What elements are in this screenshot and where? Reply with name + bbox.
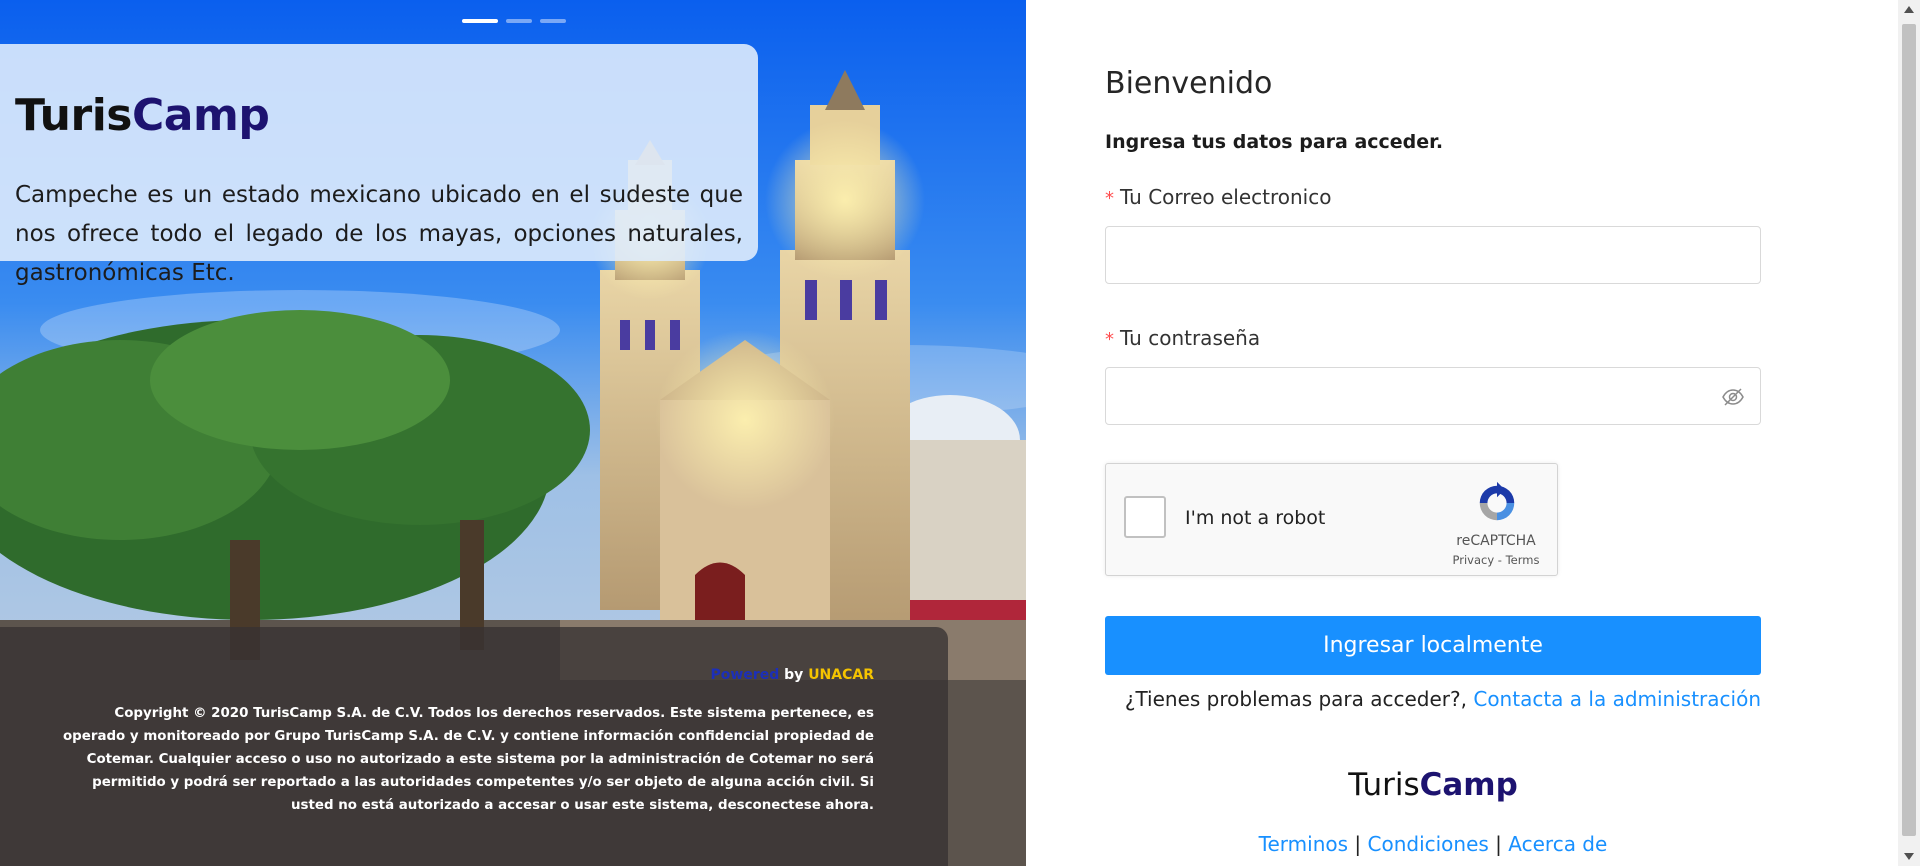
login-button[interactable]: Ingresar localmente [1105, 616, 1761, 675]
help-line: ¿Tienes problemas para acceder?, Contact… [1105, 687, 1761, 711]
recaptcha-links: Privacy - Terms [1441, 553, 1551, 567]
carousel-dot-3[interactable] [540, 19, 566, 23]
powered-text: Powered [710, 667, 780, 683]
welcome-title: Bienvenido [1105, 66, 1273, 101]
unacar-text: UNACAR [808, 667, 874, 683]
recaptcha-terms-link[interactable]: Terms [1506, 553, 1540, 567]
email-input[interactable] [1105, 226, 1761, 284]
hero-brand: TurisCamp [15, 90, 270, 141]
recaptcha-privacy-link[interactable]: Privacy [1453, 553, 1495, 567]
scroll-thumb[interactable] [1902, 24, 1916, 836]
password-input[interactable] [1105, 367, 1761, 425]
eye-invisible-icon[interactable] [1720, 385, 1746, 409]
hero-description: Campeche es un estado mexicano ubicado e… [15, 182, 743, 286]
scroll-down-arrow-icon[interactable] [1904, 853, 1914, 860]
about-link[interactable]: Acerca de [1508, 832, 1607, 856]
carousel-dot-2[interactable] [506, 19, 532, 23]
brand-part-2: Camp [131, 90, 270, 141]
carousel-indicators [462, 19, 566, 23]
copyright-text: Copyright © 2020 TurisCamp S.A. de C.V. … [62, 706, 874, 813]
required-mark: * [1105, 329, 1114, 350]
hero-panel: TurisCamp Campeche es un estado mexicano… [0, 0, 1026, 866]
password-label-text: Tu contraseña [1120, 326, 1261, 350]
recaptcha-brand: reCAPTCHA [1456, 533, 1536, 549]
terms-link[interactable]: Terminos [1259, 832, 1348, 856]
recaptcha-widget: I'm not a robot reCAPTCHA Privacy - Term… [1105, 463, 1558, 576]
password-label: * Tu contraseña [1105, 326, 1260, 350]
footer-brand: TurisCamp [1105, 767, 1761, 803]
help-text: ¿Tienes problemas para acceder?, [1124, 687, 1474, 711]
contact-admin-link[interactable]: Contacta a la administración [1473, 687, 1761, 711]
form-subtitle: Ingresa tus datos para acceder. [1105, 131, 1444, 153]
scroll-up-arrow-icon[interactable] [1904, 6, 1914, 13]
conditions-link[interactable]: Condiciones [1368, 832, 1489, 856]
powered-by: Powered by UNACAR [711, 667, 874, 683]
brand-part-2: Camp [1419, 767, 1518, 803]
by-text: by [784, 667, 804, 683]
brand-part-1: Turis [15, 90, 132, 141]
footer-links: Terminos | Condiciones | Acerca de [1105, 832, 1761, 856]
carousel-dot-1[interactable] [462, 19, 498, 23]
link-separator: | [1348, 832, 1368, 856]
email-label-text: Tu Correo electronico [1120, 185, 1332, 209]
recaptcha-label: I'm not a robot [1185, 507, 1326, 529]
brand-part-1: Turis [1348, 767, 1420, 803]
login-panel [1026, 0, 1898, 866]
page-scrollbar[interactable] [1898, 0, 1920, 866]
recaptcha-icon [1479, 481, 1515, 521]
recaptcha-separator: - [1494, 553, 1506, 567]
recaptcha-checkbox[interactable] [1124, 496, 1166, 538]
email-label: * Tu Correo electronico [1105, 185, 1331, 209]
link-separator: | [1488, 832, 1509, 856]
required-mark: * [1105, 188, 1114, 209]
